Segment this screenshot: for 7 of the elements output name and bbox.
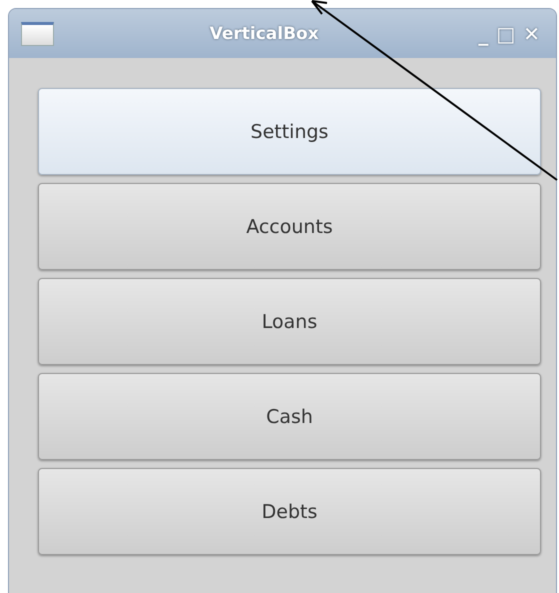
window-title: VerticalBox bbox=[208, 24, 320, 44]
menu-button[interactable]: Loans bbox=[38, 278, 541, 365]
app-icon bbox=[21, 22, 54, 46]
menu-button[interactable]: Accounts bbox=[38, 183, 541, 270]
menu-button[interactable]: Debts bbox=[38, 468, 541, 555]
menu-button[interactable]: Cash bbox=[38, 373, 541, 460]
menu-button[interactable]: Settings bbox=[38, 88, 541, 175]
